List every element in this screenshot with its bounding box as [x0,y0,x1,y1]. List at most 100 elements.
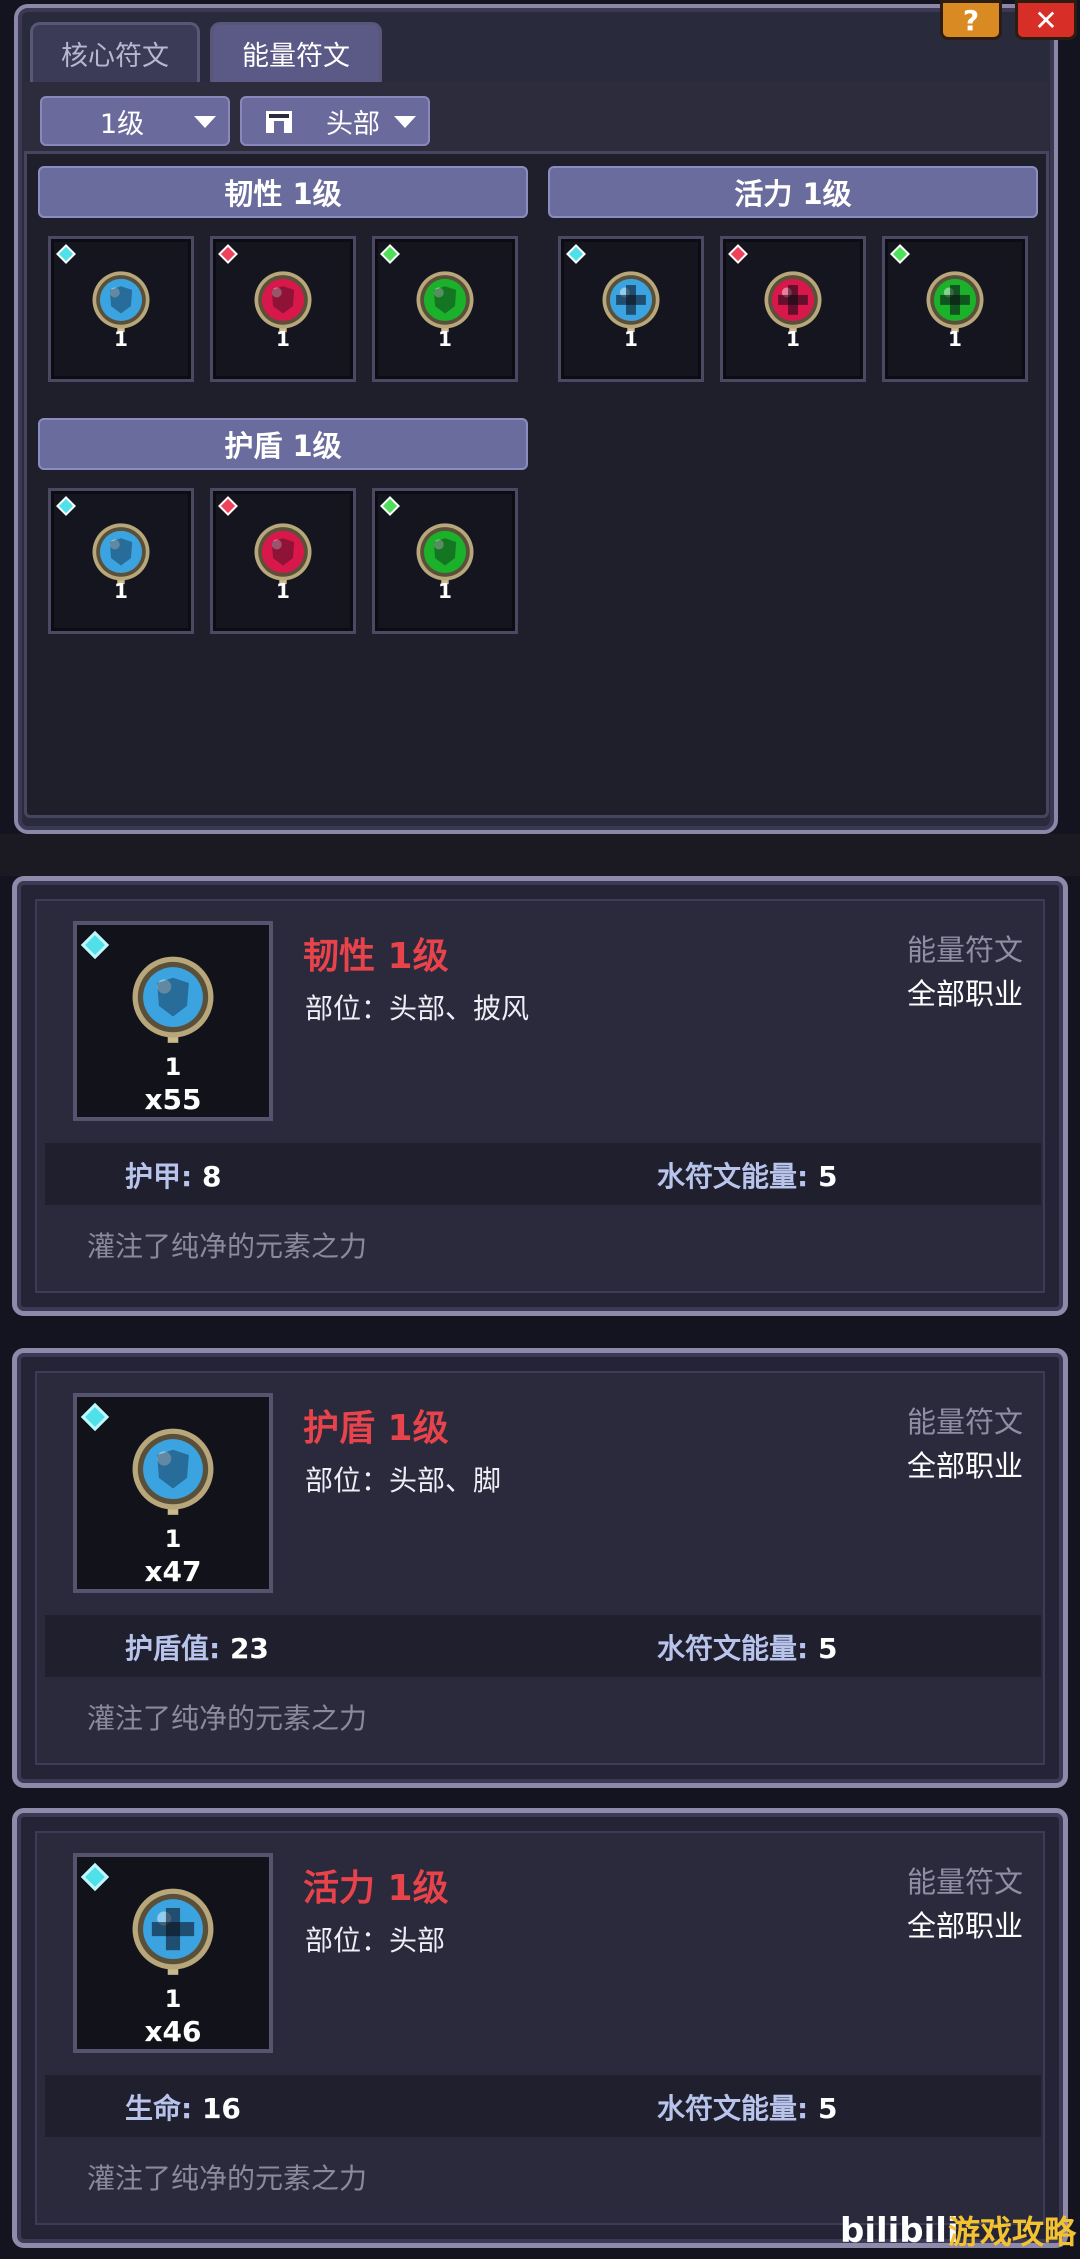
rune-slot-blue[interactable]: 1 [558,236,704,382]
level-dropdown[interactable]: 1级 [40,96,230,146]
rune-slot-blue[interactable]: 1 [48,236,194,382]
rune-detail-card: 1 x46 活力 1级 部位：头部 能量符文 全部职业 生命: 16 水符文能量… [12,1808,1068,2248]
card-rune-part: 部位：头部 [305,1924,446,1957]
card-stat: 护盾值: 23 [125,1627,269,1667]
rune-level: 1 [276,327,290,351]
tab-core-rune[interactable]: 核心符文 [30,22,200,82]
energy-label: 水符文能量: [657,2092,818,2125]
element-gem-icon [56,244,76,264]
part-dropdown-value: 头部 [326,108,380,140]
watermark-right: 游戏攻略 [947,2213,1076,2251]
group-title: 韧性 1级 [224,177,342,211]
stat-value: 23 [229,1632,269,1665]
rune-slot-red[interactable]: 1 [210,236,356,382]
group-title: 活力 1级 [734,177,852,211]
card-rune-type: 能量符文 [906,1405,1023,1439]
rune-detail-card: 1 x55 韧性 1级 部位：头部、披风 能量符文 全部职业 护甲: 8 水符文… [12,876,1068,1316]
rune-slot-green[interactable]: 1 [882,236,1028,382]
card-flavor-text: 灌注了纯净的元素之力 [87,1230,368,1263]
stat-value: 16 [201,2092,241,2125]
help-button[interactable]: ? [940,0,1002,40]
card-energy: 水符文能量: 5 [657,1627,837,1667]
part-dropdown[interactable]: 头部 [240,96,430,146]
rune-detail-card: 1 x47 护盾 1级 部位：头部、脚 能量符文 全部职业 护盾值: 23 水符… [12,1348,1068,1788]
element-gem-icon [218,496,238,516]
card-flavor-text: 灌注了纯净的元素之力 [87,1702,368,1735]
card-rune-type: 能量符文 [906,1865,1023,1899]
rune-level: 1 [114,327,128,351]
energy-value: 5 [817,2092,838,2125]
card-rune-count: x46 [144,2015,202,2048]
energy-label: 水符文能量: [657,1160,818,1193]
card-stat: 护甲: 8 [125,1155,221,1195]
card-rune-level: 1 [164,1053,182,1081]
rune-slot-green[interactable]: 1 [372,488,518,634]
watermark-left: bilibili [840,2211,959,2251]
element-gem-icon [380,244,400,264]
blue-rune-icon [129,1886,217,1982]
level-dropdown-value: 1级 [99,108,145,140]
chevron-down-icon [394,116,416,128]
group-header-shield: 护盾 1级 [38,418,528,470]
card-rune-type: 能量符文 [906,933,1023,967]
helmet-icon [266,111,292,133]
rune-slot-blue[interactable]: 1 [48,488,194,634]
card-rune-slot: 1 x47 [73,1393,273,1593]
card-rune-class: 全部职业 [906,977,1023,1011]
rune-slot-red[interactable]: 1 [720,236,866,382]
group-title: 护盾 1级 [224,429,342,463]
card-rune-level: 1 [164,1985,182,2013]
element-gem-icon [566,244,586,264]
card-rune-count: x47 [144,1555,202,1588]
element-gem-icon [380,496,400,516]
rune-slot-green[interactable]: 1 [372,236,518,382]
close-icon: ✕ [1034,3,1058,37]
stat-label: 生命: [125,2092,202,2125]
stat-label: 护甲: [125,1160,202,1193]
rune-level: 1 [948,327,962,351]
help-icon: ? [962,3,980,37]
card-energy: 水符文能量: 5 [657,2087,837,2127]
rune-level: 1 [438,579,452,603]
card-rune-part: 部位：头部、披风 [305,992,530,1025]
card-stat: 生命: 16 [125,2087,241,2127]
card-rune-count: x55 [144,1083,202,1116]
element-gem-icon [56,496,76,516]
card-rune-class: 全部职业 [906,1909,1023,1943]
card-rune-name: 护盾 1级 [303,1408,449,1449]
card-rune-name: 韧性 1级 [303,936,449,977]
card-energy: 水符文能量: 5 [657,1155,837,1195]
card-rune-slot: 1 x55 [73,921,273,1121]
card-flavor-text: 灌注了纯净的元素之力 [87,2162,368,2195]
rune-level: 1 [276,579,290,603]
energy-value: 5 [817,1160,838,1193]
tab-energy-rune[interactable]: 能量符文 [210,22,382,82]
blue-rune-icon [129,954,217,1050]
energy-value: 5 [817,1632,838,1665]
stat-value: 8 [201,1160,222,1193]
close-button[interactable]: ✕ [1015,0,1077,40]
energy-label: 水符文能量: [657,1632,818,1665]
rune-level: 1 [114,579,128,603]
rune-level: 1 [438,327,452,351]
card-rune-name: 活力 1级 [303,1868,449,1909]
water-element-icon [80,1862,110,1892]
water-element-icon [80,930,110,960]
element-gem-icon [218,244,238,264]
stat-label: 护盾值: [125,1632,230,1665]
group-header-vitality: 活力 1级 [548,166,1038,218]
chevron-down-icon [194,116,216,128]
card-rune-class: 全部职业 [906,1449,1023,1483]
group-header-toughness: 韧性 1级 [38,166,528,218]
card-rune-part: 部位：头部、脚 [305,1464,502,1497]
tab-core-rune-label: 核心符文 [61,41,169,72]
card-rune-slot: 1 x46 [73,1853,273,2053]
element-gem-icon [890,244,910,264]
rune-slot-red[interactable]: 1 [210,488,356,634]
blue-rune-icon [129,1426,217,1522]
element-gem-icon [728,244,748,264]
rune-level: 1 [624,327,638,351]
card-rune-level: 1 [164,1525,182,1553]
water-element-icon [80,1402,110,1432]
rune-level: 1 [786,327,800,351]
